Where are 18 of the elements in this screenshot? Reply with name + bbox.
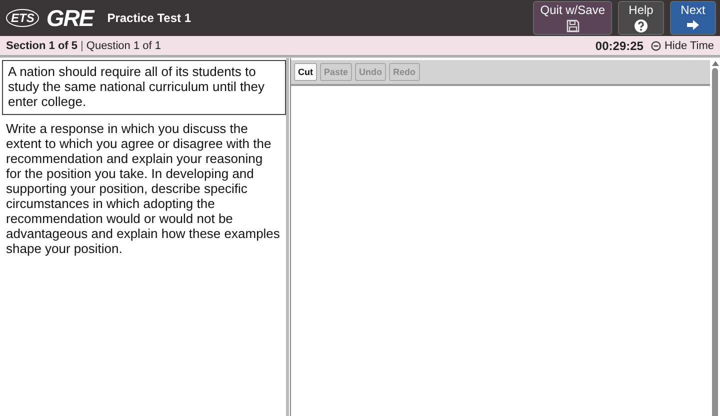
right-arrow-icon bbox=[686, 19, 700, 31]
essay-prompt: A nation should require all of its students to study the same national curriculum until they enter college. bbox=[2, 60, 286, 115]
help-icon bbox=[634, 19, 648, 33]
separator: | bbox=[80, 40, 84, 52]
next-button[interactable]: Next bbox=[670, 1, 716, 35]
ets-logo: ETS bbox=[6, 9, 40, 27]
section-label: Section 1 of 5 bbox=[6, 40, 78, 52]
essay-instructions: Write a response in which you discuss the extent to which you agree or disagree with the recommendation and explain your reasoning for the position you take. In developing and supporting your position, describe specific circumstances in which adopting the recommendation would or would not be advantageous and explain how these examples shape your position. bbox=[5, 120, 281, 258]
question-label: Question 1 of 1 bbox=[86, 40, 162, 52]
editor-button[interactable]: Cut bbox=[294, 63, 317, 81]
minus-circle-icon bbox=[651, 40, 662, 50]
save-button[interactable]: Quit w/Save bbox=[533, 1, 612, 35]
hide-time-toggle[interactable]: Hide Time bbox=[651, 40, 714, 52]
timer: 00:29:25 bbox=[595, 38, 644, 52]
product-name: GRE bbox=[46, 4, 94, 32]
test-title: Practice Test 1 bbox=[107, 11, 192, 25]
help-button[interactable]: Help bbox=[618, 1, 664, 35]
scroll-up-icon bbox=[712, 61, 718, 66]
